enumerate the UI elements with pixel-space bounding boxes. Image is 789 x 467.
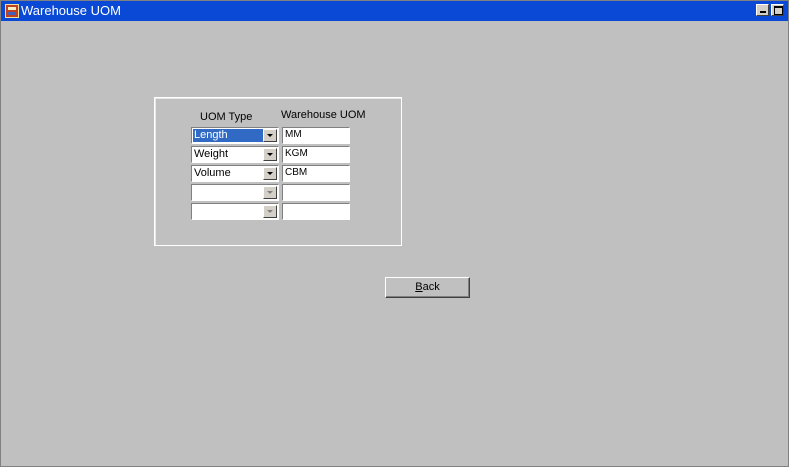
warehouse-uom-header: Warehouse UOM — [281, 109, 366, 121]
uom-type-select-volume[interactable]: Volume — [191, 165, 279, 182]
uom-type-value: Weight — [194, 148, 229, 160]
back-button[interactable]: Back — [385, 277, 470, 298]
dropdown-button — [263, 186, 277, 199]
back-accelerator: B — [415, 281, 423, 293]
warehouse-uom-field-empty[interactable] — [282, 184, 350, 201]
chevron-down-icon — [267, 210, 273, 213]
warehouse-uom-field-empty[interactable] — [282, 203, 350, 220]
warehouse-uom-field-length[interactable]: MM — [282, 127, 350, 144]
warehouse-uom-field-weight[interactable]: KGM — [282, 146, 350, 163]
uom-type-value — [193, 205, 263, 218]
title-bar: Warehouse UOM — [1, 1, 788, 21]
chevron-down-icon — [267, 153, 273, 156]
dropdown-button[interactable] — [263, 167, 277, 180]
window-title: Warehouse UOM — [21, 3, 121, 18]
chevron-down-icon — [267, 172, 273, 175]
uom-type-value: Volume — [194, 167, 231, 179]
uom-type-select-empty — [191, 184, 279, 201]
dropdown-button — [263, 205, 277, 218]
warehouse-uom-field-volume[interactable]: CBM — [282, 165, 350, 182]
warehouse-uom-window: Warehouse UOM UOM Type Warehouse UOM Len… — [0, 0, 789, 467]
dropdown-button[interactable] — [263, 148, 277, 161]
uom-type-select-length[interactable]: Length — [191, 127, 279, 144]
dropdown-button[interactable] — [263, 129, 277, 142]
chevron-down-icon — [267, 134, 273, 137]
maximize-icon[interactable] — [771, 4, 784, 16]
uom-panel: UOM Type Warehouse UOM Length MM Weight … — [154, 97, 402, 246]
uom-type-select-weight[interactable]: Weight — [191, 146, 279, 163]
uom-type-header: UOM Type — [200, 111, 253, 123]
uom-type-value: Length — [193, 129, 263, 142]
uom-type-select-empty — [191, 203, 279, 220]
back-label: ack — [422, 281, 440, 293]
minimize-icon[interactable] — [756, 4, 769, 16]
uom-type-value — [193, 186, 263, 199]
chevron-down-icon — [267, 191, 273, 194]
app-icon — [5, 4, 19, 18]
